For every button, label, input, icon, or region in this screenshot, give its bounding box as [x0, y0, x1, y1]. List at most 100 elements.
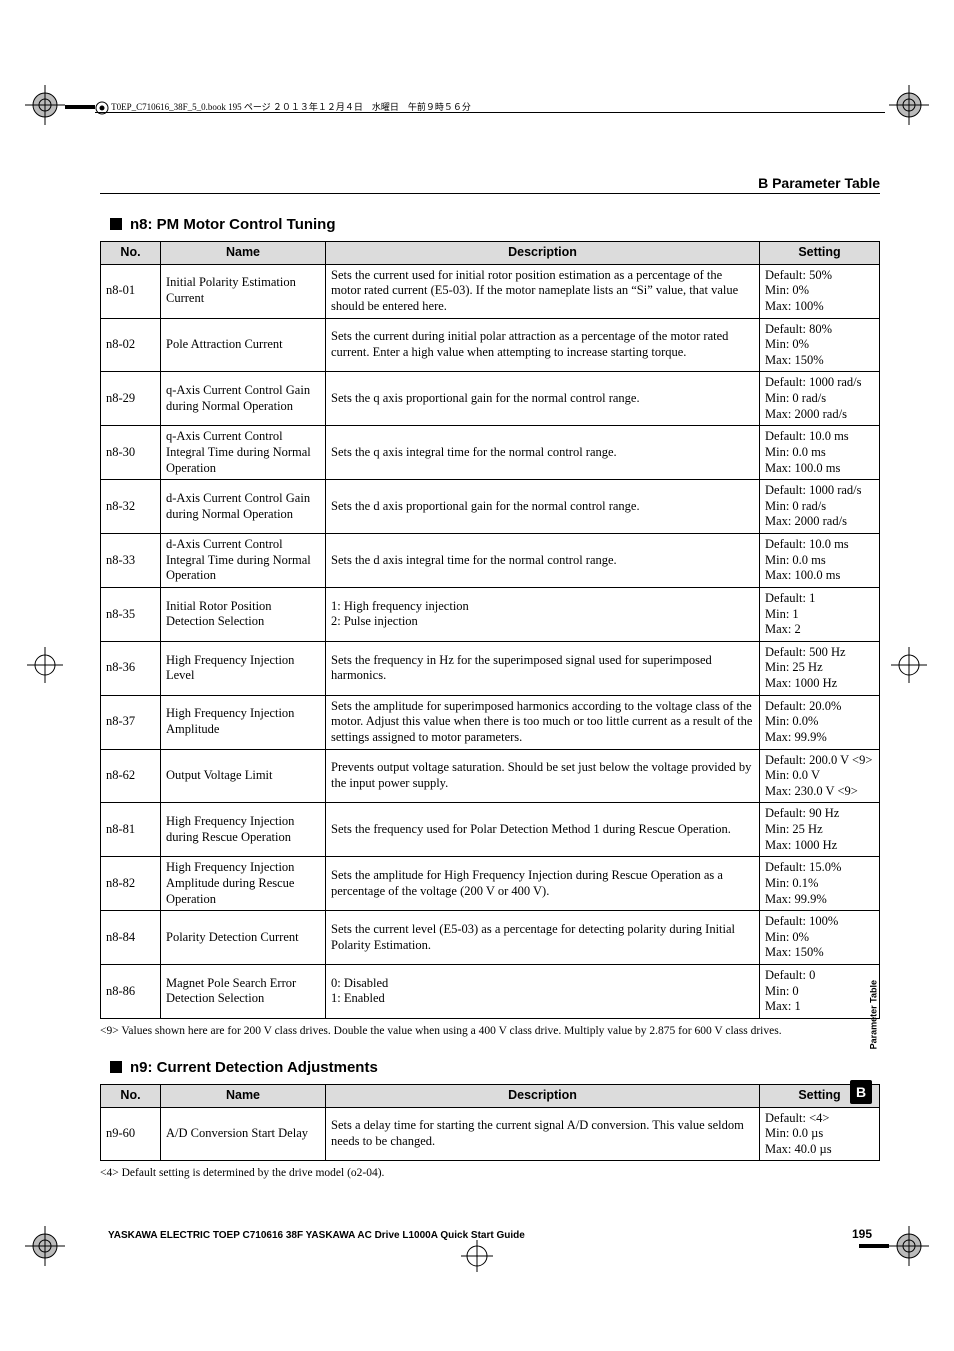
page-footer: YASKAWA ELECTRIC TOEP C710616 38F YASKAW…	[108, 1227, 872, 1241]
table-row: n8-29q-Axis Current Control Gain during …	[101, 372, 880, 426]
cell-no: n8-36	[101, 641, 161, 695]
table-row: n8-37High Frequency Injection AmplitudeS…	[101, 695, 880, 749]
table-row: n9-60A/D Conversion Start DelaySets a de…	[101, 1107, 880, 1161]
cell-desc: Sets the current used for initial rotor …	[326, 264, 760, 318]
table-row: n8-82High Frequency Injection Amplitude …	[101, 857, 880, 911]
cell-setting: Default: 15.0% Min: 0.1% Max: 99.9%	[760, 857, 880, 911]
header-rule	[100, 193, 880, 194]
cell-no: n8-37	[101, 695, 161, 749]
cell-name: High Frequency Injection Level	[161, 641, 326, 695]
table-header-row: No. Name Description Setting	[101, 242, 880, 265]
cell-name: Initial Rotor Position Detection Selecti…	[161, 587, 326, 641]
footnote-4: <4> Default setting is determined by the…	[100, 1167, 880, 1179]
cell-desc: Sets the amplitude for High Frequency In…	[326, 857, 760, 911]
table-row: n8-32d-Axis Current Control Gain during …	[101, 480, 880, 534]
cell-no: n8-02	[101, 318, 161, 372]
table-row: n8-36High Frequency Injection LevelSets …	[101, 641, 880, 695]
cell-setting: Default: 1000 rad/s Min: 0 rad/s Max: 20…	[760, 372, 880, 426]
th-desc: Description	[326, 242, 760, 265]
table-row: n8-02Pole Attraction CurrentSets the cur…	[101, 318, 880, 372]
side-tab-badge: B	[850, 1080, 872, 1104]
cell-name: High Frequency Injection Amplitude durin…	[161, 857, 326, 911]
binding-rod-bottom	[859, 1244, 889, 1248]
table-row: n8-62Output Voltage LimitPrevents output…	[101, 749, 880, 803]
table-row: n8-81High Frequency Injection during Res…	[101, 803, 880, 857]
cell-desc: Sets the q axis integral time for the no…	[326, 426, 760, 480]
cell-desc: Sets the d axis integral time for the no…	[326, 534, 760, 588]
cell-desc: Prevents output voltage saturation. Shou…	[326, 749, 760, 803]
cell-desc: Sets a delay time for starting the curre…	[326, 1107, 760, 1161]
cell-no: n8-84	[101, 911, 161, 965]
th-no: No.	[101, 1084, 161, 1107]
page-number: 195	[852, 1227, 872, 1241]
th-name: Name	[161, 242, 326, 265]
cell-desc: 1: High frequency injection 2: Pulse inj…	[326, 587, 760, 641]
table-row: n8-01Initial Polarity Estimation Current…	[101, 264, 880, 318]
cell-setting: Default: 10.0 ms Min: 0.0 ms Max: 100.0 …	[760, 426, 880, 480]
cell-setting: Default: 20.0% Min: 0.0% Max: 99.9%	[760, 695, 880, 749]
cell-no: n8-35	[101, 587, 161, 641]
cell-setting: Default: 90 Hz Min: 25 Hz Max: 1000 Hz	[760, 803, 880, 857]
cell-name: High Frequency Injection Amplitude	[161, 695, 326, 749]
crop-mark-bottom-center	[457, 1236, 497, 1276]
cell-no: n8-30	[101, 426, 161, 480]
cell-desc: Sets the amplitude for superimposed harm…	[326, 695, 760, 749]
cell-desc: Sets the current during initial polar at…	[326, 318, 760, 372]
page-header: B Parameter Table	[100, 175, 880, 191]
crop-mark-bottom-left	[15, 1216, 75, 1276]
cell-name: Initial Polarity Estimation Current	[161, 264, 326, 318]
cell-name: Polarity Detection Current	[161, 911, 326, 965]
cell-no: n8-62	[101, 749, 161, 803]
table-n9: No. Name Description Setting n9-60A/D Co…	[100, 1084, 880, 1162]
table-row: n8-33d-Axis Current Control Integral Tim…	[101, 534, 880, 588]
cell-name: A/D Conversion Start Delay	[161, 1107, 326, 1161]
cell-setting: Default: 80% Min: 0% Max: 150%	[760, 318, 880, 372]
square-bullet-icon	[110, 218, 122, 230]
cell-setting: Default: 200.0 V <9> Min: 0.0 V Max: 230…	[760, 749, 880, 803]
cell-desc: Sets the q axis proportional gain for th…	[326, 372, 760, 426]
cell-name: Pole Attraction Current	[161, 318, 326, 372]
cell-name: d-Axis Current Control Gain during Norma…	[161, 480, 326, 534]
cell-no: n8-81	[101, 803, 161, 857]
cell-no: n9-60	[101, 1107, 161, 1161]
table-n8: No. Name Description Setting n8-01Initia…	[100, 241, 880, 1019]
section-n8-title: n8: PM Motor Control Tuning	[110, 216, 880, 233]
cell-setting: Default: 0 Min: 0 Max: 1	[760, 965, 880, 1019]
crop-mark-mid-right	[879, 635, 939, 695]
th-desc: Description	[326, 1084, 760, 1107]
crop-mark-mid-left	[15, 635, 75, 695]
cell-name: q-Axis Current Control Gain during Norma…	[161, 372, 326, 426]
table-row: n8-35Initial Rotor Position Detection Se…	[101, 587, 880, 641]
cell-desc: 0: Disabled 1: Enabled	[326, 965, 760, 1019]
crop-mark-top-right	[879, 75, 939, 135]
page-header-title: B Parameter Table	[758, 175, 880, 191]
cell-setting: Default: 100% Min: 0% Max: 150%	[760, 911, 880, 965]
binding-rod-top	[65, 105, 95, 109]
cell-name: Magnet Pole Search Error Detection Selec…	[161, 965, 326, 1019]
cell-setting: Default: <4> Min: 0.0 µs Max: 40.0 µs	[760, 1107, 880, 1161]
th-setting: Setting	[760, 242, 880, 265]
cell-name: Output Voltage Limit	[161, 749, 326, 803]
section-n9-title: n9: Current Detection Adjustments	[110, 1059, 880, 1076]
cell-desc: Sets the current level (E5-03) as a perc…	[326, 911, 760, 965]
cell-name: q-Axis Current Control Integral Time dur…	[161, 426, 326, 480]
cell-no: n8-29	[101, 372, 161, 426]
cell-no: n8-86	[101, 965, 161, 1019]
cell-no: n8-33	[101, 534, 161, 588]
cell-name: High Frequency Injection during Rescue O…	[161, 803, 326, 857]
side-tab-label: Parameter Table	[868, 980, 878, 1049]
cell-no: n8-82	[101, 857, 161, 911]
cell-no: n8-32	[101, 480, 161, 534]
cell-setting: Default: 50% Min: 0% Max: 100%	[760, 264, 880, 318]
th-no: No.	[101, 242, 161, 265]
cell-desc: Sets the frequency used for Polar Detect…	[326, 803, 760, 857]
cell-setting: Default: 1 Min: 1 Max: 2	[760, 587, 880, 641]
cell-setting: Default: 10.0 ms Min: 0.0 ms Max: 100.0 …	[760, 534, 880, 588]
cell-no: n8-01	[101, 264, 161, 318]
cell-setting: Default: 1000 rad/s Min: 0 rad/s Max: 20…	[760, 480, 880, 534]
cell-desc: Sets the d axis proportional gain for th…	[326, 480, 760, 534]
table-row: n8-84Polarity Detection CurrentSets the …	[101, 911, 880, 965]
table-header-row: No. Name Description Setting	[101, 1084, 880, 1107]
table-row: n8-30q-Axis Current Control Integral Tim…	[101, 426, 880, 480]
th-name: Name	[161, 1084, 326, 1107]
